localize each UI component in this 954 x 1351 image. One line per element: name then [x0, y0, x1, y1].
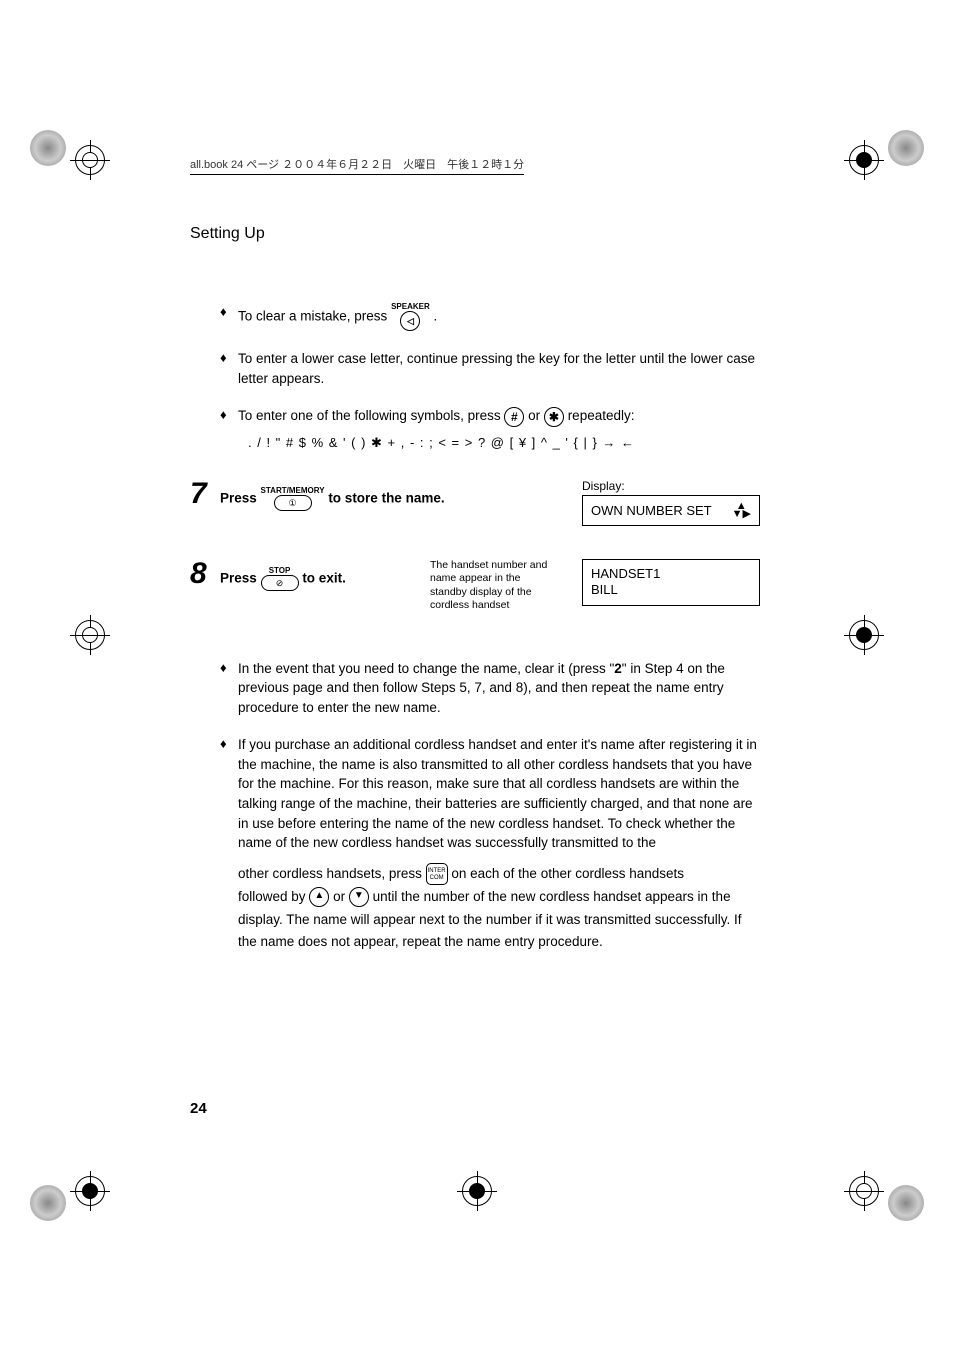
crop-mark	[849, 145, 879, 175]
bullet-diamond-icon: ♦	[220, 349, 238, 388]
crop-mark	[849, 620, 879, 650]
bullet-lowercase: ♦ To enter a lower case letter, continue…	[220, 349, 760, 388]
display-text: OWN NUMBER SET	[591, 503, 712, 518]
updown-arrows-icon: ▲▼▶	[732, 502, 751, 520]
bullet-change-name: ♦ In the event that you need to change t…	[220, 659, 760, 718]
label: SPEAKER	[391, 303, 430, 311]
display-text: HANDSET1	[591, 566, 660, 581]
symbols-list: . / ! " # $ % & ' ( ) ✱ + , - : ; < = > …	[248, 435, 760, 451]
text: .	[434, 309, 438, 324]
text: until the number of the new cordless han…	[373, 889, 645, 904]
page-number: 24	[190, 1100, 207, 1117]
corner-ornament	[30, 1185, 66, 1221]
step-number: 7	[190, 479, 220, 509]
bullet-diamond-icon: ♦	[220, 659, 238, 718]
stop-button-icon: STOP ⊘	[261, 567, 299, 591]
start-memory-button-icon: START/MEMORY ①	[261, 487, 325, 511]
text: To enter one of the following symbols, p…	[238, 408, 504, 423]
text: If you purchase an additional cordless h…	[238, 735, 760, 852]
display-text: BILL	[591, 582, 618, 597]
text: Press	[220, 570, 261, 585]
text: to exit.	[302, 570, 346, 585]
bullet-diamond-icon: ♦	[220, 406, 238, 426]
book-header: all.book 24 ページ ２００４年６月２２日 火曜日 午後１２時１分	[190, 156, 524, 175]
label: STOP	[261, 567, 299, 575]
display-box: OWN NUMBER SET ▲▼▶	[582, 495, 760, 527]
bullet-symbols: ♦ To enter one of the following symbols,…	[220, 406, 760, 426]
section-title: Setting Up	[190, 225, 760, 243]
text: followed by	[238, 889, 309, 904]
corner-ornament	[30, 130, 66, 166]
crop-mark	[75, 620, 105, 650]
bullet-clear-mistake: ♦ To clear a mistake, press SPEAKER ◁ .	[220, 303, 760, 331]
speaker-button-icon: SPEAKER ◁	[391, 303, 430, 331]
display-label: Display:	[582, 479, 760, 493]
crop-mark	[849, 1176, 879, 1206]
corner-ornament	[888, 130, 924, 166]
bullet-diamond-icon: ♦	[220, 735, 238, 852]
handset-note: The handset number and name appear in th…	[430, 559, 560, 614]
text: or	[528, 408, 544, 423]
corner-ornament	[888, 1185, 924, 1221]
crop-mark	[75, 145, 105, 175]
text: In the event that you need to change the…	[238, 661, 614, 676]
display-box: HANDSET1 BILL	[582, 559, 760, 607]
star-button-icon: ✱	[544, 407, 564, 427]
step-number: 8	[190, 559, 220, 589]
text: Press	[220, 490, 261, 505]
text: To enter a lower case letter, continue p…	[238, 349, 760, 388]
bullet-diamond-icon: ♦	[220, 303, 238, 331]
text: on each of the other cordless handsets	[451, 866, 684, 881]
up-arrow-button-icon: ▲	[309, 887, 329, 907]
intercom-button-icon: INTER COM	[426, 863, 448, 885]
label: INTER COM	[427, 868, 447, 881]
text-bold: 2	[614, 661, 622, 676]
text: other cordless handsets, press	[238, 866, 426, 881]
label: START/MEMORY	[261, 487, 325, 495]
hash-button-icon: #	[504, 407, 524, 427]
text: or	[333, 889, 349, 904]
text: to store the name.	[328, 490, 444, 505]
bullet-additional-handset: ♦ If you purchase an additional cordless…	[220, 735, 760, 852]
text: repeatedly:	[568, 408, 635, 423]
text: To clear a mistake, press	[238, 309, 391, 324]
crop-mark	[75, 1176, 105, 1206]
crop-mark	[462, 1176, 492, 1206]
down-arrow-button-icon: ▼	[349, 887, 369, 907]
